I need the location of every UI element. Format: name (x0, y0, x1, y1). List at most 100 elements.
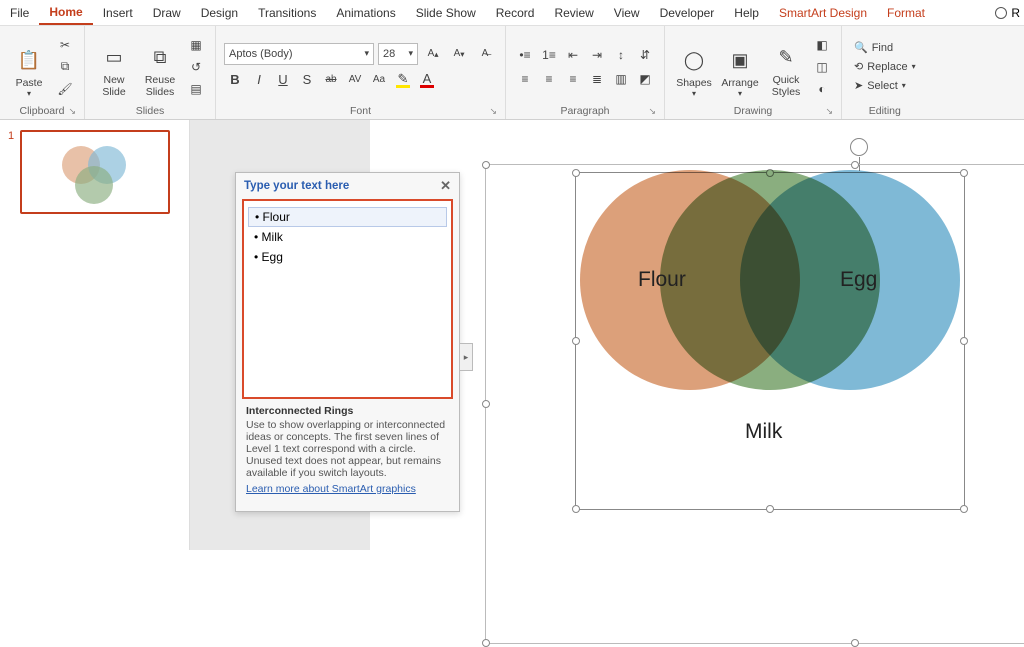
columns-button[interactable]: ▥ (610, 68, 632, 90)
rotate-handle[interactable] (850, 138, 868, 156)
section-button[interactable]: ▤ (185, 79, 207, 99)
format-painter-button[interactable]: 🖌 (54, 79, 76, 99)
layout-button[interactable]: ▦ (185, 35, 207, 55)
tab-animations[interactable]: Animations (326, 2, 405, 24)
layout-icon: ▦ (190, 38, 201, 52)
align-left-button[interactable]: ≡ (514, 68, 536, 90)
find-button[interactable]: 🔍Find (850, 39, 920, 56)
tab-draw[interactable]: Draw (143, 2, 191, 24)
strike-button[interactable]: ab (320, 69, 342, 91)
tab-format[interactable]: Format (877, 2, 935, 24)
text-pane-toggle[interactable]: ▸ (460, 343, 473, 371)
indent-increase-button[interactable]: ⇥ (586, 44, 608, 66)
grow-font-button[interactable]: A▴ (422, 43, 444, 65)
smartart-text-pane[interactable]: Type your text here ✕ • Flour • Milk • E… (235, 172, 460, 512)
tab-file[interactable]: File (0, 2, 39, 24)
tab-smartart-design[interactable]: SmartArt Design (769, 2, 877, 24)
underline-button[interactable]: U (272, 69, 294, 91)
tab-review[interactable]: Review (544, 2, 603, 24)
fill-icon: ◧ (816, 38, 827, 52)
indent-decrease-button[interactable]: ⇤ (562, 44, 584, 66)
right-label: R (1011, 6, 1020, 20)
char-spacing-button[interactable]: AV (344, 69, 366, 91)
tab-view[interactable]: View (604, 2, 650, 24)
select-label: Select (867, 80, 898, 92)
chevron-down-icon: ▾ (408, 48, 413, 59)
new-slide-label: New Slide (102, 74, 125, 98)
highlight-button[interactable]: ✎ (392, 69, 414, 91)
group-editing: 🔍Find ⟲Replace▾ ➤Select▾ Editing (842, 26, 928, 119)
font-size-value: 28 (383, 48, 395, 60)
new-slide-button[interactable]: ▭ New Slide (93, 34, 135, 100)
bold-button[interactable]: B (224, 69, 246, 91)
quick-styles-button[interactable]: ✎ Quick Styles (765, 34, 807, 100)
list-item[interactable]: • Flour (248, 207, 447, 227)
reset-icon: ↺ (191, 60, 201, 74)
shadow-button[interactable]: S (296, 69, 318, 91)
copy-button[interactable]: ⧉ (54, 57, 76, 77)
shapes-button[interactable]: ◯ Shapes ▾ (673, 34, 715, 100)
shapes-label: Shapes (676, 77, 712, 89)
replace-label: Replace (867, 61, 907, 73)
shape-outline-button[interactable]: ◫ (811, 57, 833, 77)
tab-help[interactable]: Help (724, 2, 769, 24)
dialog-launcher-icon[interactable]: ↘ (825, 106, 833, 117)
paste-button[interactable]: 📋 Paste ▾ (8, 34, 50, 100)
learn-more-link[interactable]: Learn more about SmartArt graphics (246, 483, 416, 495)
slide: Flour Egg Milk (370, 120, 1024, 550)
tab-insert[interactable]: Insert (93, 2, 143, 24)
list-item-label: Egg (262, 250, 283, 264)
chevron-down-icon: ▾ (692, 89, 696, 98)
new-slide-icon: ▭ (100, 44, 128, 72)
chevron-down-icon: ▾ (738, 89, 742, 98)
numbering-button[interactable]: 1≡ (538, 44, 560, 66)
align-right-button[interactable]: ≡ (562, 68, 584, 90)
line-spacing-button[interactable]: ↕ (610, 44, 632, 66)
tab-home[interactable]: Home (39, 1, 92, 25)
change-case-button[interactable]: Aa (368, 69, 390, 91)
chevron-down-icon: ▾ (27, 89, 31, 98)
bullets-button[interactable]: •≡ (514, 44, 536, 66)
align-center-button[interactable]: ≡ (538, 68, 560, 90)
font-size-select[interactable]: 28 ▾ (378, 43, 418, 65)
close-icon[interactable]: ✕ (440, 178, 451, 194)
shape-fill-button[interactable]: ◧ (811, 35, 833, 55)
text-direction-button[interactable]: ⇵ (634, 44, 656, 66)
text-pane-list[interactable]: • Flour • Milk • Egg (242, 199, 453, 399)
tab-transitions[interactable]: Transitions (248, 2, 326, 24)
text-pane-info: Interconnected Rings Use to show overlap… (236, 399, 459, 501)
justify-button[interactable]: ≣ (586, 68, 608, 90)
paragraph-group-label: Paragraph (560, 105, 609, 117)
reset-button[interactable]: ↺ (185, 57, 207, 77)
slide-thumbnail[interactable] (20, 130, 170, 214)
menu-bar: File Home Insert Draw Design Transitions… (0, 0, 1024, 26)
clear-format-button[interactable]: A̶ (474, 43, 496, 65)
replace-button[interactable]: ⟲Replace▾ (850, 58, 920, 75)
cut-button[interactable]: ✂ (54, 35, 76, 55)
font-color-button[interactable]: A (416, 69, 438, 91)
font-name-select[interactable]: Aptos (Body)▾ (224, 43, 374, 65)
reuse-slides-button[interactable]: ⧉ Reuse Slides (139, 34, 181, 100)
group-font: Aptos (Body)▾ 28 ▾ A▴ A▾ A̶ B I U S ab AV… (216, 26, 506, 119)
tab-record[interactable]: Record (486, 2, 545, 24)
dialog-launcher-icon[interactable]: ↘ (489, 106, 497, 117)
clipboard-icon: 📋 (15, 47, 43, 75)
list-item[interactable]: • Milk (254, 227, 441, 247)
dialog-launcher-icon[interactable]: ↘ (68, 106, 76, 117)
chevron-down-icon: ▾ (902, 81, 906, 90)
italic-button[interactable]: I (248, 69, 270, 91)
dialog-launcher-icon[interactable]: ↘ (648, 106, 656, 117)
reuse-slides-label: Reuse Slides (145, 74, 175, 98)
smartart-convert-button[interactable]: ◩ (634, 68, 656, 90)
tab-design[interactable]: Design (191, 2, 248, 24)
shape-effects-button[interactable]: ◐ (811, 79, 833, 99)
replace-icon: ⟲ (854, 60, 863, 73)
select-button[interactable]: ➤Select▾ (850, 77, 920, 94)
shrink-font-button[interactable]: A▾ (448, 43, 470, 65)
tab-slideshow[interactable]: Slide Show (406, 2, 486, 24)
arrange-button[interactable]: ▣ Arrange ▾ (719, 34, 761, 100)
tab-developer[interactable]: Developer (650, 2, 725, 24)
list-item[interactable]: • Egg (254, 247, 441, 267)
info-title: Interconnected Rings (246, 405, 449, 417)
list-item-label: Flour (263, 210, 290, 224)
